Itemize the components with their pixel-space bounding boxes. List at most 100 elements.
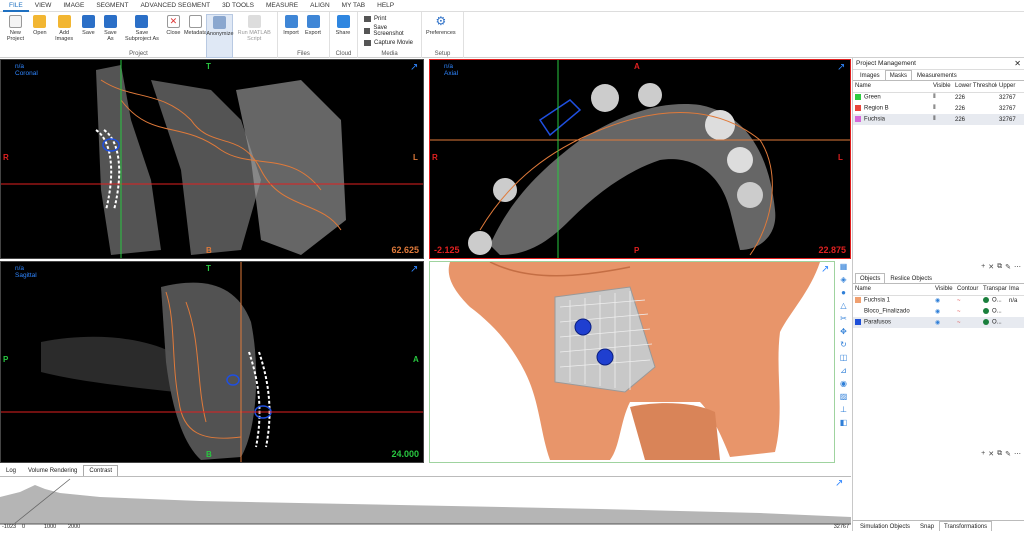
add-icon[interactable]: + [981, 263, 985, 271]
table-row[interactable]: Parafusos ◉ ~ O... [853, 317, 1024, 328]
column-header: Name [853, 284, 933, 296]
ruler-icon[interactable]: ⊿ [839, 366, 849, 376]
reset-icon[interactable]: ◧ [839, 418, 849, 428]
sagittal-image [1, 262, 423, 462]
tab-reslice-objects[interactable]: Reslice Objects [885, 273, 937, 283]
tab-images[interactable]: Images [855, 70, 885, 80]
orientation-left: R [3, 153, 9, 162]
maximize-icon[interactable]: ↗ [821, 265, 831, 275]
tab-transformations[interactable]: Transformations [939, 521, 993, 531]
cut-icon[interactable]: ✂ [839, 314, 849, 324]
masks-toolbar: + ✕ ⧉ ✎ ⋯ [853, 261, 1024, 273]
duplicate-icon[interactable]: ⧉ [997, 263, 1002, 271]
transparency-dot [983, 297, 989, 304]
coronal-view-selector[interactable]: Coronal [15, 70, 38, 77]
tab-simulation-objects[interactable]: Simulation Objects [855, 521, 915, 531]
close-icon[interactable]: ✕ [1014, 58, 1021, 70]
menu-view[interactable]: VIEW [29, 0, 58, 12]
menu-segment[interactable]: SEGMENT [90, 0, 134, 12]
save-screenshot-button[interactable]: Save Screenshot [364, 25, 415, 37]
print-button[interactable]: Print [364, 16, 415, 22]
sagittal-viewport[interactable]: n/a Sagittal T P A B 24.000 ↗ [0, 261, 424, 463]
more-icon[interactable]: ⋯ [1014, 263, 1021, 271]
tab-contrast[interactable]: Contrast [83, 465, 119, 476]
sagittal-view-selector[interactable]: Sagittal [15, 272, 37, 279]
move-icon[interactable]: ✥ [839, 327, 849, 337]
axial-view-selector[interactable]: Axial [444, 70, 458, 77]
maximize-icon[interactable]: ↗ [835, 479, 845, 489]
tab-masks[interactable]: Masks [884, 70, 913, 80]
delete-icon[interactable]: ✕ [988, 450, 994, 458]
orientation-top: T [206, 62, 211, 71]
tab-log[interactable]: Log [0, 465, 22, 476]
ribbon-group-label: Cloud [335, 51, 352, 57]
menu-3d-tools[interactable]: 3D TOOLS [216, 0, 260, 12]
maximize-icon[interactable]: ↗ [410, 63, 420, 73]
close-icon: ✕ [166, 15, 180, 28]
visibility-icon[interactable]: ⦀ [931, 92, 953, 103]
delete-icon[interactable]: ✕ [988, 263, 994, 271]
capture-movie-button[interactable]: Capture Movie [364, 40, 415, 46]
menu-file[interactable]: FILE [3, 0, 29, 12]
tab-objects[interactable]: Objects [855, 273, 886, 283]
ribbon-group-label: Media [381, 51, 398, 57]
ribbon-group-files: Import Export Files [278, 12, 330, 58]
menu-align[interactable]: ALIGN [304, 0, 336, 12]
contour-icon[interactable]: ~ [955, 306, 981, 317]
contour-icon[interactable]: ~ [955, 295, 981, 306]
orientation-bottom: B [206, 246, 212, 255]
menu-my-tab[interactable]: MY TAB [336, 0, 371, 12]
menu-help[interactable]: HELP [371, 0, 400, 12]
table-row[interactable]: Fuchsia 1 ◉ ~ O... n/a [853, 295, 1024, 306]
chart-icon[interactable]: ⊥ [839, 405, 849, 415]
palette-icon[interactable]: ▨ [839, 392, 849, 402]
contour-icon[interactable]: ~ [955, 317, 981, 328]
layers-icon[interactable]: ◈ [839, 275, 849, 285]
orientation-left: R [432, 153, 438, 162]
add-icon[interactable]: + [981, 450, 985, 458]
table-row[interactable]: Fuchsia ⦀ 226 32767 [853, 114, 1024, 125]
warning-icon[interactable]: △ [839, 301, 849, 311]
axial-viewport[interactable]: n/a Axial A R L P -2.125 22.875 ↗ [429, 59, 851, 259]
grid-icon[interactable]: ▦ [839, 262, 849, 272]
histogram-panel[interactable]: -1023 0 1000 2000 32767 ↗ [0, 476, 851, 531]
eye-icon[interactable]: ◉ [933, 295, 955, 306]
3d-viewport[interactable]: ↗ [429, 261, 835, 463]
edit-icon[interactable]: ✎ [1005, 450, 1011, 458]
ribbon-group-label: Project [129, 51, 148, 57]
table-row[interactable]: Bloco_Finalizado ◉ ~ O... [853, 306, 1024, 317]
color-icon[interactable]: ● [839, 288, 849, 298]
coronal-viewport[interactable]: n/a Coronal T R L B 62.625 ↗ [0, 59, 424, 259]
tab-measurements[interactable]: Measurements [912, 70, 962, 80]
tab-snap[interactable]: Snap [915, 521, 939, 531]
table-row[interactable]: Green ⦀ 226 32767 [853, 92, 1024, 103]
save-as-icon [103, 15, 117, 28]
table-row[interactable]: Region B ⦀ 226 32767 [853, 103, 1024, 114]
duplicate-icon[interactable]: ⧉ [997, 450, 1002, 458]
rotate-icon[interactable]: ↻ [839, 340, 849, 350]
tick-label: 2000 [68, 524, 81, 530]
eye-icon[interactable]: ◉ [933, 306, 955, 317]
eye-icon[interactable]: ◉ [933, 317, 955, 328]
maximize-icon[interactable]: ↗ [410, 265, 420, 275]
column-header: Name [853, 81, 931, 93]
tick-label: -1023 [2, 524, 17, 530]
maximize-icon[interactable]: ↗ [837, 63, 847, 73]
cube-icon[interactable]: ◫ [839, 353, 849, 363]
eye-icon[interactable]: ◉ [839, 379, 849, 389]
orientation-right: A [413, 355, 419, 364]
project-tabs: Images Masks Measurements [853, 70, 1024, 81]
visibility-icon[interactable]: ⦀ [931, 103, 953, 114]
panel-title: Project Management ✕ [853, 58, 1024, 70]
menu-image[interactable]: IMAGE [57, 0, 90, 12]
edit-icon[interactable]: ✎ [1005, 263, 1011, 271]
menu-measure[interactable]: MEASURE [260, 0, 304, 12]
tab-volume-rendering[interactable]: Volume Rendering [22, 465, 83, 476]
orientation-bottom: P [634, 246, 640, 255]
transparency-dot [983, 308, 989, 315]
slice-offset: -2.125 [434, 245, 460, 255]
menu-advanced-segment[interactable]: ADVANCED SEGMENT [134, 0, 216, 12]
coronal-image [1, 60, 423, 258]
visibility-icon[interactable]: ⦀ [931, 114, 953, 125]
more-icon[interactable]: ⋯ [1014, 450, 1021, 458]
